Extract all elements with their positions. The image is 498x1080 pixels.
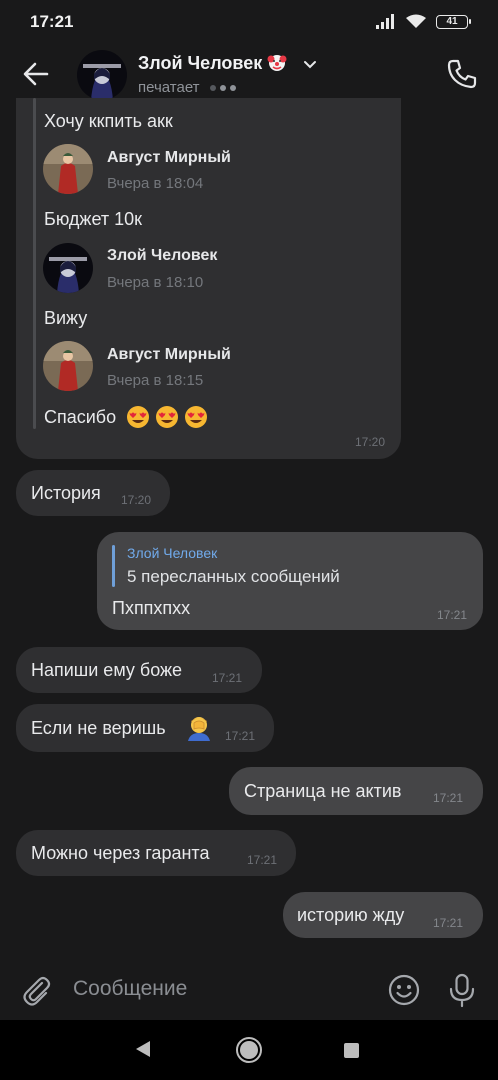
forwarded-author-date: Вчера в 18:04 — [107, 175, 204, 192]
message-text: историю жду — [297, 905, 405, 925]
joker-avatar[interactable] — [43, 144, 93, 194]
forwarded-author-date: Вчера в 18:10 — [107, 274, 204, 291]
forward-quote-line — [33, 98, 36, 429]
message-time: 17:21 — [436, 608, 467, 622]
incoming-message[interactable]: Можно через гаранта 17:21 — [16, 830, 296, 876]
paperclip-icon[interactable] — [20, 973, 52, 1007]
message-text: Если не веришь — [31, 718, 166, 738]
nav-back-triangle-icon[interactable] — [134, 1039, 152, 1059]
message-time: 17:21 — [247, 853, 278, 867]
signal-icon — [376, 14, 394, 29]
message-time: 17:20 — [354, 435, 385, 449]
forwarded-message-text: Хочу ккпить акк — [44, 111, 173, 131]
forwarded-author-name[interactable]: Август Мирный — [107, 346, 231, 364]
contact-avatar[interactable] — [77, 50, 127, 100]
reply-quote-line — [112, 545, 115, 587]
message-time: 17:20 — [121, 493, 152, 507]
message-text: История — [31, 483, 101, 503]
contact-name-text: Злой Человек — [138, 53, 263, 73]
message-time: 17:21 — [225, 729, 256, 743]
system-nav-bar — [0, 1020, 498, 1080]
outgoing-message[interactable]: Страница не актив 17:21 — [229, 767, 483, 815]
microphone-icon[interactable] — [446, 972, 478, 1008]
message-text: Страница не актив — [244, 781, 402, 801]
status-time: 17:21 — [30, 12, 74, 31]
incoming-message[interactable]: Напиши ему боже 17:21 — [16, 647, 262, 693]
forwarded-author-date: Вчера в 18:15 — [107, 372, 204, 389]
message-text: Напиши ему боже — [31, 660, 183, 680]
man-facepalming-emoji-icon — [188, 717, 210, 741]
heart-eyes-emoji-icon — [126, 405, 208, 429]
status-bar: 17:21 41 — [0, 0, 498, 44]
outgoing-message[interactable]: историю жду 17:21 — [283, 892, 483, 938]
chat-header: Злой Человек печатает — [0, 44, 498, 106]
phone-icon[interactable] — [444, 56, 480, 92]
outgoing-message[interactable]: Злой Человек 5 пересланных сообщений Пхп… — [97, 532, 483, 630]
message-time: 17:21 — [433, 916, 464, 930]
clown-emoji-icon — [267, 52, 287, 72]
forwarded-message-text: Спасибо — [44, 405, 208, 429]
reply-preview[interactable]: 5 пересланных сообщений — [127, 567, 340, 587]
nav-recents-square-icon[interactable] — [344, 1043, 359, 1058]
reply-author[interactable]: Злой Человек — [127, 545, 217, 561]
joker-avatar[interactable] — [43, 341, 93, 391]
incoming-message[interactable]: Если не веришь 17:21 — [16, 704, 274, 752]
dark-hooded-avatar[interactable] — [43, 243, 93, 293]
typing-text: печатает — [138, 79, 200, 96]
message-time: 17:21 — [212, 671, 243, 685]
message-composer — [0, 960, 498, 1020]
wifi-icon — [406, 14, 426, 28]
forwarded-message-text: Вижу — [44, 308, 88, 328]
message-input[interactable] — [73, 977, 363, 1001]
contact-name[interactable]: Злой Человек — [138, 52, 287, 74]
back-arrow-icon[interactable] — [20, 58, 52, 90]
typing-dots-icon — [209, 84, 236, 91]
smiley-icon[interactable] — [387, 973, 421, 1007]
message-text: Пхппхпхх — [112, 598, 191, 618]
forwarded-message-text: Бюджет 10к — [44, 209, 143, 229]
incoming-message[interactable]: История 17:20 — [16, 470, 170, 516]
message-text: Можно через гаранта — [31, 843, 210, 863]
battery-icon: 41 — [436, 14, 471, 29]
forwarded-message-text-value: Спасибо — [44, 406, 117, 427]
nav-home-circle-icon[interactable] — [236, 1037, 262, 1063]
chevron-down-icon[interactable] — [302, 57, 318, 73]
status-icons: 41 — [376, 14, 471, 29]
typing-status: печатает — [138, 79, 236, 96]
forwarded-author-name[interactable]: Злой Человек — [107, 247, 217, 265]
forwarded-author-name[interactable]: Август Мирный — [107, 149, 231, 167]
message-time: 17:21 — [433, 791, 464, 805]
forwarded-messages-bubble[interactable]: Хочу ккпить акк Август Мирный Вчера в 18… — [16, 98, 401, 459]
